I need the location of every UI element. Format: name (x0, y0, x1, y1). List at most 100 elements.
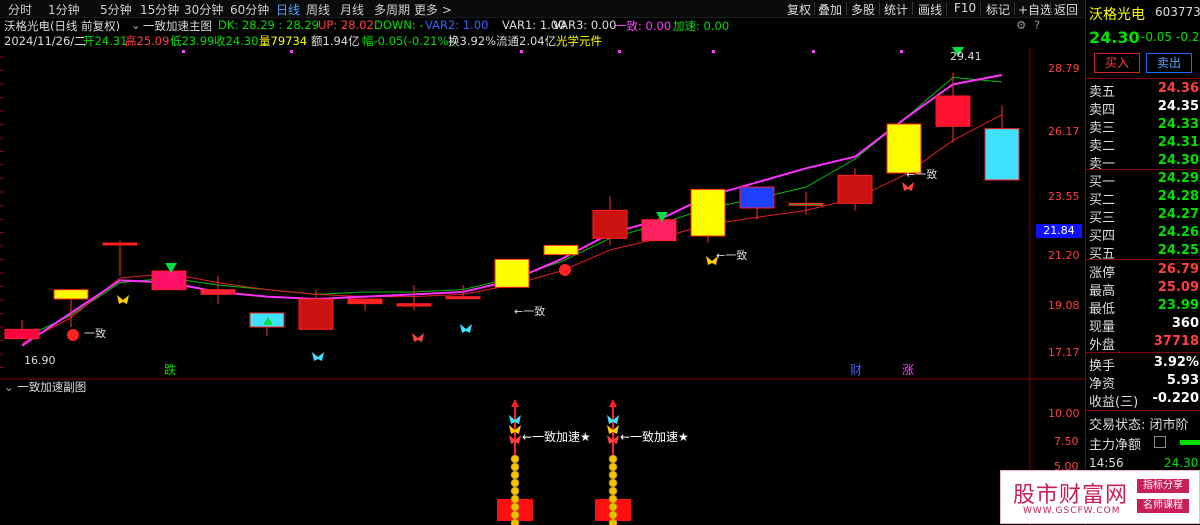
price-change: -0.05 (1141, 30, 1173, 44)
tab-weekly[interactable]: 周线 (306, 1, 330, 18)
candle-body (592, 209, 628, 239)
ask-row[interactable]: 卖二 24.31 (1089, 134, 1200, 154)
sub-tick-1: 10.00 (1048, 407, 1080, 420)
tab-15min[interactable]: 15分钟 (140, 1, 179, 18)
bid-row[interactable]: 买四 24.26 (1089, 224, 1200, 244)
candle-body (396, 303, 432, 307)
stat-row[interactable]: 现量 360 (1089, 315, 1200, 335)
multi-stock-button[interactable]: 多股 (851, 1, 875, 18)
stock-code: 603773 (1155, 5, 1200, 19)
coin-icon (608, 470, 618, 480)
tab-30min[interactable]: 30分钟 (184, 1, 223, 18)
draw-line-button[interactable]: 画线 (918, 1, 942, 18)
watermark-tag-1: 指标分享 (1137, 479, 1189, 493)
jiasu-label-1: ←一致加速★ (522, 430, 591, 444)
tab-multi-period[interactable]: 多周期 (374, 1, 410, 18)
tab-60min[interactable]: 60分钟 (230, 1, 269, 18)
signal-dot (812, 50, 815, 53)
bid-value: 24.27 (1157, 207, 1199, 222)
coin-icon (608, 478, 618, 488)
grid-icon[interactable] (1154, 436, 1166, 448)
trade-status: 交易状态: 闭市阶 (1089, 418, 1189, 433)
net-bar (1180, 440, 1200, 445)
stat-row[interactable]: 外盘 37718 (1089, 333, 1200, 353)
yizhi-label-3: ←一致 (716, 249, 748, 262)
ask-row[interactable]: 卖三 24.33 (1089, 116, 1200, 136)
butterfly-icon (312, 352, 324, 361)
stat2-value: 3.92% (1153, 355, 1199, 370)
y-tick-5: 19.08 (1048, 299, 1080, 312)
signal-dot (520, 50, 523, 53)
main-net-label: 主力净额 (1089, 438, 1142, 453)
coin-icon (608, 462, 618, 472)
bid-row[interactable]: 买二 24.28 (1089, 188, 1200, 208)
stock-name: 沃格光电 (1089, 7, 1145, 23)
signal-dot (290, 50, 293, 53)
overlay-button[interactable]: 叠加 (818, 1, 842, 18)
tab-more[interactable]: 更多 > (414, 1, 452, 18)
period-tab-bar: 分时 1分钟 5分钟 15分钟 30分钟 60分钟 日线 周线 月线 多周期 更… (0, 0, 1085, 18)
sub-chart-title[interactable]: 一致加速副图 (17, 380, 86, 394)
stat-row[interactable]: 最低 23.99 (1089, 297, 1200, 317)
tab-5min[interactable]: 5分钟 (100, 1, 132, 18)
bid-row[interactable]: 买一 24.29 (1089, 170, 1200, 190)
coin-icon (510, 494, 520, 504)
stat-value: 25.09 (1157, 280, 1199, 295)
high-annotation: 29.41 (950, 50, 982, 63)
fuquan-button[interactable]: 复权 (787, 1, 811, 18)
ask-value: 24.35 (1157, 99, 1199, 114)
watermark-title: 股市财富网 (1013, 483, 1129, 508)
tick-time: 14:56 (1089, 456, 1124, 470)
circle-marker-icon (67, 329, 79, 341)
y-tick-1: 28.79 (1048, 62, 1080, 75)
ask-value: 24.33 (1157, 117, 1199, 132)
last-price: 24.30 (1089, 28, 1140, 47)
stat-row[interactable]: 涨停 26.79 (1089, 261, 1200, 281)
buy-button[interactable]: 买入 (1094, 53, 1140, 73)
candle-body (151, 270, 187, 291)
candle-body (739, 186, 775, 209)
stat-row[interactable]: 最高 25.09 (1089, 279, 1200, 299)
stat2-row[interactable]: 净资 5.93 (1089, 372, 1200, 392)
tab-fenshi[interactable]: 分时 (8, 1, 32, 18)
tab-daily[interactable]: 日线 (276, 1, 300, 18)
stat-label: 外盘 (1089, 338, 1116, 353)
coin-icon (510, 486, 520, 496)
candle-body (494, 258, 530, 288)
tab-monthly[interactable]: 月线 (340, 1, 364, 18)
butterfly-icon (117, 295, 129, 304)
sub-tick-2: 7.50 (1054, 435, 1079, 448)
mark-button[interactable]: 标记 (986, 1, 1010, 18)
coin-icon (608, 518, 618, 525)
zhang-label: 涨 (902, 363, 915, 377)
sell-button[interactable]: 卖出 (1146, 53, 1192, 73)
coin-icon (510, 454, 520, 464)
kline-chart[interactable] (0, 17, 1085, 525)
bid-row[interactable]: 买三 24.27 (1089, 206, 1200, 226)
stat2-row[interactable]: 换手 3.92% (1089, 354, 1200, 374)
f10-button[interactable]: F10 (954, 1, 976, 15)
cai-label: 财 (850, 363, 863, 377)
price-marker: 21.84 (1036, 224, 1082, 238)
low-annotation: 16.90 (24, 354, 56, 367)
signal-dot (900, 50, 903, 53)
stat2-value: 5.93 (1166, 373, 1199, 388)
tab-1min[interactable]: 1分钟 (48, 1, 80, 18)
chevron-down-icon[interactable]: ⌄ (4, 380, 17, 394)
ask-row[interactable]: 卖五 24.36 (1089, 80, 1200, 100)
watermark-url: WWW.GSCFW.COM (1023, 506, 1121, 516)
ask-row[interactable]: 卖四 24.35 (1089, 98, 1200, 118)
coin-icon (510, 470, 520, 480)
coin-icon (510, 502, 520, 512)
signal-dot (712, 50, 715, 53)
yizhi-label-4: ←一致 (906, 168, 938, 181)
candle-body (4, 328, 40, 340)
stats-button[interactable]: 统计 (884, 1, 908, 18)
candle-body (837, 174, 873, 204)
stat2-row[interactable]: 收益(三) -0.220 (1089, 390, 1200, 410)
coin-icon (608, 454, 618, 464)
candle-body (53, 289, 89, 300)
die-label: 跌 (164, 363, 177, 377)
coin-icon (510, 478, 520, 488)
watermark-tag-2: 名师课程 (1137, 499, 1189, 513)
